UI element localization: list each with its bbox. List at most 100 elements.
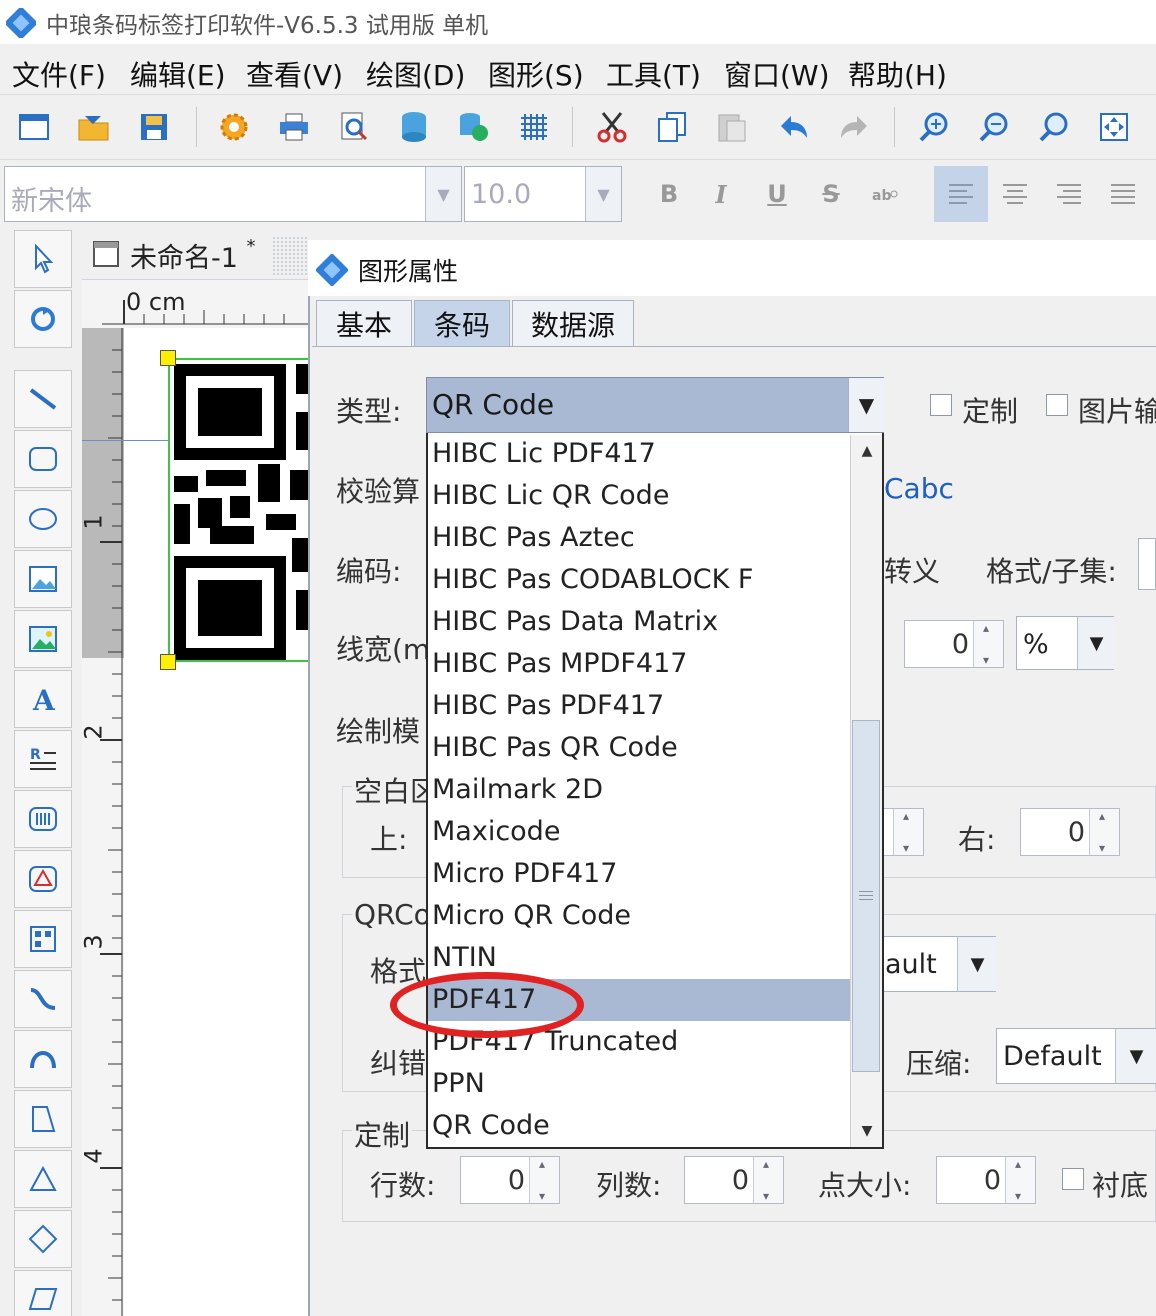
database-refresh-icon[interactable] (452, 105, 496, 149)
dropdown-option[interactable]: HIBC Lic PDF417 (432, 433, 852, 475)
fit-page-icon[interactable] (1092, 105, 1136, 149)
scroll-up-icon[interactable]: ▲ (856, 438, 878, 464)
zoom-icon[interactable] (1032, 105, 1076, 149)
redo-icon[interactable] (832, 105, 876, 149)
image-tool-icon[interactable] (14, 550, 72, 608)
align-right-icon[interactable] (1046, 172, 1092, 216)
underline-button[interactable]: U (754, 172, 800, 216)
picture-tool-icon[interactable] (14, 610, 72, 668)
dropdown-option[interactable]: HIBC Pas Aztec (432, 517, 852, 559)
menu-tools[interactable]: 工具(T) (606, 54, 701, 94)
database-icon[interactable] (392, 105, 436, 149)
resize-handle-top-left[interactable] (160, 350, 176, 366)
dropdown-option[interactable]: Maxicode (432, 811, 852, 853)
dropdown-option[interactable]: HIBC Pas MPDF417 (432, 643, 852, 685)
open-icon[interactable] (72, 105, 116, 149)
scroll-down-icon[interactable]: ▼ (856, 1118, 878, 1144)
dropdown-option[interactable]: HIBC Lic QR Code (432, 475, 852, 517)
dropdown-option[interactable]: Micro PDF417 (432, 853, 852, 895)
barcode-tool-icon[interactable] (14, 790, 72, 848)
tab-barcode[interactable]: 条码 (414, 300, 510, 346)
rows-spinner[interactable]: 0 (460, 1156, 560, 1204)
menu-shape[interactable]: 图形(S) (488, 54, 584, 94)
copy-icon[interactable] (650, 105, 694, 149)
text-tool-icon[interactable]: A (14, 670, 72, 728)
cut-icon[interactable] (590, 105, 634, 149)
chevron-down-icon[interactable]: ▼ (848, 378, 884, 432)
select-pointer-icon[interactable] (14, 230, 72, 288)
dropdown-option[interactable]: HIBC Pas QR Code (432, 727, 852, 769)
arc-tool-icon[interactable] (14, 1030, 72, 1088)
zoom-in-icon[interactable] (912, 105, 956, 149)
print-icon[interactable] (272, 105, 316, 149)
print-preview-icon[interactable] (332, 105, 376, 149)
triangle-shape-tool-icon[interactable] (14, 850, 72, 908)
dropdown-option[interactable]: QR Code (432, 1105, 852, 1147)
font-size-combo[interactable]: 10.0 ▼ (464, 166, 622, 222)
menu-help[interactable]: 帮助(H) (848, 54, 947, 94)
dropdown-option[interactable]: HIBC Pas PDF417 (432, 685, 852, 727)
align-left-icon[interactable] (934, 166, 988, 222)
strikethrough-button[interactable]: S (808, 172, 854, 216)
menu-view[interactable]: 查看(V) (246, 54, 343, 94)
dropdown-option[interactable]: Mailmark 2D (432, 769, 852, 811)
triangle-tool-icon[interactable] (14, 1150, 72, 1208)
format-subset-combo[interactable] (1138, 538, 1156, 590)
spinner-arrows-icon[interactable] (1089, 809, 1119, 855)
bold-button[interactable]: B (646, 172, 692, 216)
align-center-icon[interactable] (992, 172, 1038, 216)
tab-basic[interactable]: 基本 (316, 300, 412, 346)
spinner-arrows-icon[interactable] (893, 809, 923, 855)
parallelogram-tool-icon[interactable] (14, 1270, 72, 1316)
italic-button[interactable]: I (698, 172, 744, 216)
spinner-arrows-icon[interactable] (753, 1157, 783, 1203)
chevron-down-icon[interactable]: ▼ (585, 167, 621, 221)
scrollbar-thumb[interactable] (852, 720, 880, 1072)
dropdown-option[interactable]: HIBC Pas Data Matrix (432, 601, 852, 643)
dropdown-option[interactable]: Micro QR Code (432, 895, 852, 937)
paste-icon[interactable] (710, 105, 754, 149)
new-icon[interactable] (12, 105, 56, 149)
qrcode-tool-icon[interactable] (14, 910, 72, 968)
zoom-out-icon[interactable] (972, 105, 1016, 149)
dot-size-spinner[interactable]: 0 (936, 1156, 1036, 1204)
line-width-unit-combo[interactable]: % ▼ (1016, 616, 1115, 670)
spinner-arrows-icon[interactable] (1005, 1157, 1035, 1203)
grid-icon[interactable] (512, 105, 556, 149)
image-output-checkbox[interactable] (1046, 394, 1068, 416)
cols-spinner[interactable]: 0 (684, 1156, 784, 1204)
font-combo[interactable]: 新宋体 ▼ (4, 166, 462, 222)
line-tool-icon[interactable] (14, 370, 72, 428)
left-margin-spinner[interactable] (880, 808, 924, 856)
chevron-down-icon[interactable]: ▼ (1115, 1029, 1156, 1083)
align-justify-icon[interactable] (1100, 172, 1146, 216)
text-effect-icon[interactable]: ab (862, 172, 908, 216)
menu-window[interactable]: 窗口(W) (724, 54, 830, 94)
spinner-arrows-icon[interactable] (529, 1157, 559, 1203)
tab-datasource[interactable]: 数据源 (512, 300, 634, 346)
settings-icon[interactable] (212, 105, 256, 149)
rotate-tool-icon[interactable] (14, 290, 72, 348)
save-icon[interactable] (132, 105, 176, 149)
polygon-tool-icon[interactable] (14, 1090, 72, 1148)
rounded-rect-tool-icon[interactable] (14, 430, 72, 488)
compress-combo[interactable]: Default ▼ (996, 1028, 1156, 1084)
custom-checkbox[interactable] (930, 394, 952, 416)
curve-tool-icon[interactable] (14, 970, 72, 1028)
backing-checkbox[interactable] (1062, 1168, 1084, 1190)
undo-icon[interactable] (772, 105, 816, 149)
diamond-tool-icon[interactable] (14, 1210, 72, 1268)
chevron-down-icon[interactable]: ▼ (425, 167, 461, 221)
menu-edit[interactable]: 编辑(E) (130, 54, 226, 94)
line-width-spinner[interactable]: 0 (904, 620, 1004, 668)
format-combo[interactable]: ault ▼ (880, 936, 997, 992)
resize-handle-bottom-left[interactable] (160, 654, 176, 670)
dropdown-option[interactable]: HIBC Pas CODABLOCK F (432, 559, 852, 601)
ellipse-tool-icon[interactable] (14, 490, 72, 548)
menu-draw[interactable]: 绘图(D) (366, 54, 465, 94)
chevron-down-icon[interactable]: ▼ (957, 937, 997, 991)
spinner-arrows-icon[interactable] (973, 621, 1003, 667)
rich-text-tool-icon[interactable]: R (14, 730, 72, 788)
dropdown-option[interactable]: PPN (432, 1063, 852, 1105)
menu-file[interactable]: 文件(F) (12, 54, 106, 94)
